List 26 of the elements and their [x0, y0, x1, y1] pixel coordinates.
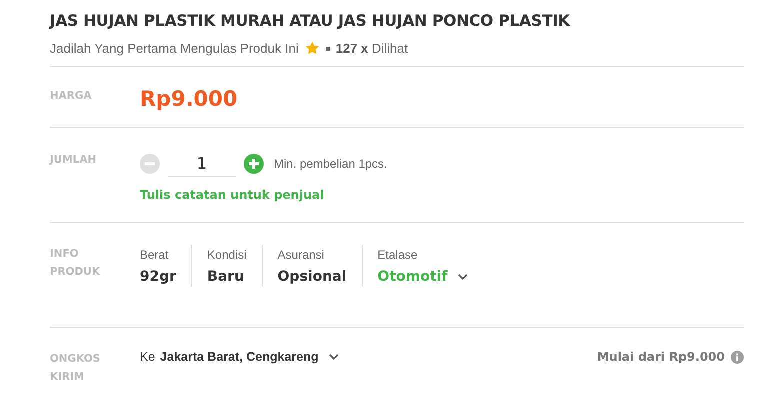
destination-prefix: Ke — [140, 350, 156, 364]
info-field-value: Opsional — [278, 268, 347, 287]
info-field-value: Baru — [207, 268, 246, 287]
quantity-field[interactable]: 1 — [168, 151, 236, 177]
shipping-cost: Mulai dari Rp9.000 — [597, 350, 725, 364]
info-field-label: Kondisi — [207, 247, 247, 264]
info-icon[interactable] — [731, 350, 744, 364]
minimum-purchase-note: Min. pembelian 1pcs. — [274, 157, 388, 171]
shipping-label: ONGKOS KIRIM — [50, 353, 100, 383]
chevron-down-icon[interactable] — [458, 274, 468, 280]
chevron-down-icon[interactable] — [328, 354, 339, 360]
view-count: 127 x Dilihat — [336, 41, 408, 56]
plus-button[interactable] — [244, 154, 264, 174]
info-field-label: Asuransi — [278, 247, 326, 264]
price: Rp9.000 — [140, 87, 238, 111]
info-field-value: 92gr — [140, 268, 176, 287]
quantity-label: JUMLAH — [50, 154, 96, 166]
info-field-label: Etalase — [378, 247, 419, 264]
bullet-icon — [326, 46, 330, 50]
info-field-label: Berat — [140, 247, 170, 264]
product-title: JAS HUJAN PLASTIK MURAH ATAU JAS HUJAN PONCO PLASTIK — [50, 11, 572, 30]
price-label: HARGA — [50, 90, 92, 102]
info-label: INFO PRODUK — [50, 248, 100, 278]
review-prompt: Jadilah Yang Pertama Mengulas Produk Ini — [50, 41, 299, 56]
star-icon — [304, 41, 320, 56]
destination-selector[interactable]: Jakarta Barat, Cengkareng — [160, 350, 319, 364]
